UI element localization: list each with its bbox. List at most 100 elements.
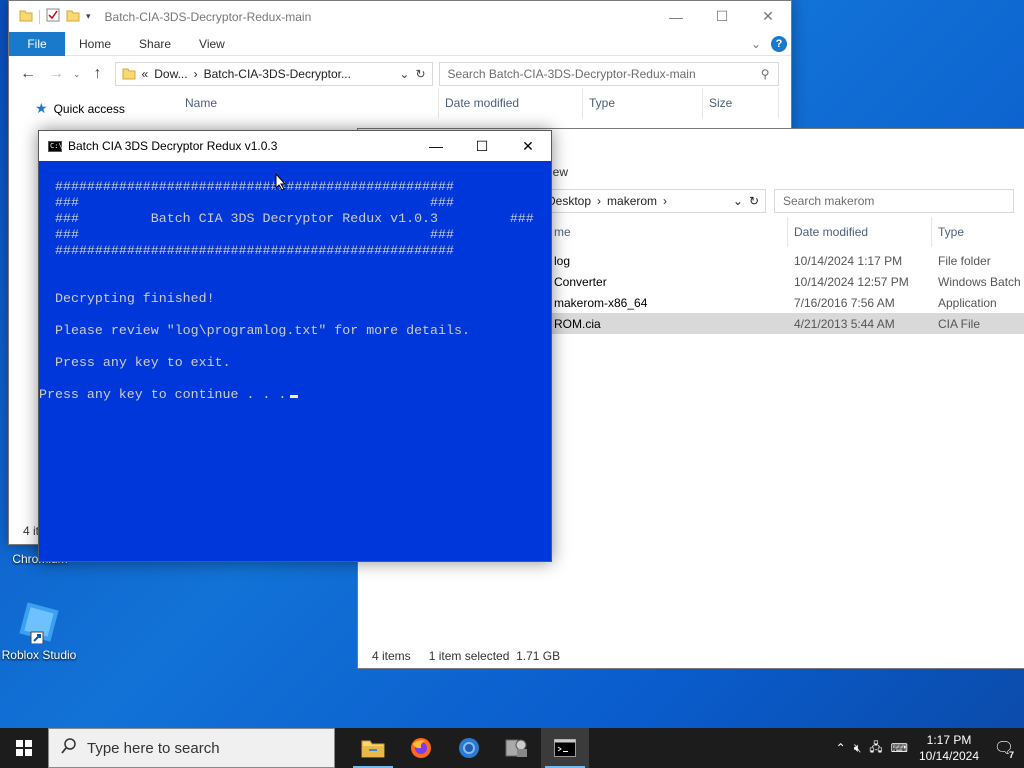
column-label: Type xyxy=(589,96,616,110)
chevron-up-icon[interactable]: ⌃ xyxy=(836,741,846,755)
banner-line: ### ### xyxy=(55,195,454,210)
expand-ribbon-icon[interactable]: ⌄ xyxy=(751,37,761,51)
breadcrumb-item[interactable]: Batch-CIA-3DS-Decryptor... xyxy=(204,67,351,81)
maximize-button[interactable]: ☐ xyxy=(699,1,745,32)
forward-arrow-icon[interactable]: → xyxy=(45,65,67,83)
taskbar-app-manager[interactable] xyxy=(493,728,541,768)
chevron-down-icon[interactable]: ⌄ xyxy=(399,67,409,81)
breadcrumb-separator[interactable]: › xyxy=(663,194,667,208)
properties-icon[interactable] xyxy=(46,8,60,25)
file-type: CIA File xyxy=(938,316,981,331)
file-name: log xyxy=(554,253,571,268)
taskbar-app-firefox[interactable] xyxy=(397,728,445,768)
banner-title: ### Batch CIA 3DS Decryptor Redux v1.0.3… xyxy=(55,211,534,226)
maximize-button[interactable]: ☐ xyxy=(459,131,505,161)
notification-count-badge: 7 xyxy=(1008,750,1014,760)
refresh-icon[interactable]: ↻ xyxy=(415,67,425,81)
breadcrumb-item[interactable]: Desktop xyxy=(547,194,591,208)
file-type: File folder xyxy=(938,253,991,268)
column-header-size[interactable]: Size xyxy=(703,88,779,118)
column-label: Date modified xyxy=(794,225,869,239)
system-clock[interactable]: 1:17 PM 10/14/2024 xyxy=(916,732,982,764)
taskbar-app-file-explorer[interactable] xyxy=(349,728,397,768)
window-title: Batch-CIA-3DS-Decryptor-Redux-main xyxy=(104,9,312,24)
chromium-icon xyxy=(459,738,479,758)
taskbar-app-command-prompt[interactable] xyxy=(541,728,589,768)
title-bar[interactable]: C:\ Batch CIA 3DS Decryptor Redux v1.0.3… xyxy=(39,131,551,161)
continue-prompt: Press any key to continue . . . xyxy=(39,387,299,402)
breadcrumb-item[interactable]: Dow... xyxy=(154,67,187,81)
search-placeholder: Search makerom xyxy=(783,194,875,208)
refresh-icon[interactable]: ↻ xyxy=(749,194,759,208)
search-icon: ⚲ xyxy=(760,67,770,81)
back-arrow-icon[interactable]: ← xyxy=(17,65,39,83)
breadcrumb-separator[interactable]: › xyxy=(597,194,601,208)
breadcrumb-overflow[interactable]: « xyxy=(142,67,149,81)
windows-logo-icon xyxy=(16,740,32,756)
chevron-down-icon[interactable]: ⌄ xyxy=(733,194,743,208)
tab-file[interactable]: File xyxy=(9,31,65,56)
file-type: Windows Batch xyxy=(938,274,1021,289)
up-arrow-icon[interactable]: ↑ xyxy=(87,65,109,83)
banner-line: ########################################… xyxy=(55,243,454,258)
volume-muted-icon[interactable]: 🔇︎ xyxy=(854,741,862,756)
file-list[interactable]: log 10/14/2024 1:17 PM File folder Conve… xyxy=(548,250,1024,334)
column-header-date[interactable]: Date modified xyxy=(439,88,583,118)
recent-locations-icon[interactable]: ⌄ xyxy=(73,69,81,80)
notification-center-button[interactable]: 🗨︎ 7 xyxy=(990,728,1018,768)
log-hint: Please review "log\programlog.txt" for m… xyxy=(55,323,470,338)
title-bar[interactable]: ▾ Batch-CIA-3DS-Decryptor-Redux-main — ☐… xyxy=(9,1,791,32)
taskbar-app-chromium[interactable] xyxy=(445,728,493,768)
tab-home[interactable]: Home xyxy=(65,37,125,51)
help-icon[interactable]: ? xyxy=(771,35,787,52)
column-header-date[interactable]: Date modified xyxy=(788,217,932,247)
address-bar[interactable]: Desktop › makerom › ⌄ ↻ xyxy=(540,189,766,213)
column-label: Name xyxy=(185,96,218,110)
text-cursor xyxy=(290,395,299,398)
file-date: 4/21/2013 5:44 AM xyxy=(794,316,895,331)
console-output[interactable]: ########################################… xyxy=(39,161,551,561)
search-icon xyxy=(61,738,77,758)
selected-size: 1.71 GB xyxy=(516,649,561,663)
status-message: Decrypting finished! xyxy=(55,291,215,306)
taskbar-search-box[interactable]: Type here to search xyxy=(48,728,335,768)
minimize-button[interactable]: — xyxy=(653,1,699,32)
folder-icon xyxy=(122,66,136,83)
address-bar[interactable]: « Dow... › Batch-CIA-3DS-Decryptor... ⌄ … xyxy=(114,62,433,86)
item-count: 4 items xyxy=(372,649,411,663)
minimize-button[interactable]: — xyxy=(413,131,459,161)
tab-view[interactable]: iew xyxy=(550,165,568,179)
column-header-name[interactable]: me xyxy=(548,217,788,247)
column-label: Date modified xyxy=(445,96,520,110)
exit-hint: Press any key to exit. xyxy=(55,355,231,370)
file-row-log[interactable]: log 10/14/2024 1:17 PM File folder xyxy=(548,250,1024,271)
column-header-type[interactable]: Type xyxy=(583,88,703,118)
new-folder-icon[interactable] xyxy=(66,8,80,25)
nav-item-quick-access[interactable]: ★ Quick access xyxy=(35,100,179,117)
tab-view[interactable]: View xyxy=(185,37,239,51)
console-window[interactable]: C:\ Batch CIA 3DS Decryptor Redux v1.0.3… xyxy=(38,130,552,562)
input-indicator-icon[interactable]: ⌨︎ xyxy=(891,741,908,755)
desktop-icon-roblox-studio[interactable]: Roblox Studio xyxy=(0,600,79,662)
file-row-converter[interactable]: Converter 10/14/2024 12:57 PM Windows Ba… xyxy=(548,271,1024,292)
mouse-cursor-icon xyxy=(275,172,287,194)
breadcrumb-item[interactable]: makerom xyxy=(607,194,657,208)
search-input[interactable]: Search Batch-CIA-3DS-Decryptor-Redux-mai… xyxy=(438,62,779,86)
customize-qat-icon[interactable]: ▾ xyxy=(86,11,91,22)
file-row-rom-cia[interactable]: ROM.cia 4/21/2013 5:44 AM CIA File xyxy=(548,313,1024,334)
network-icon[interactable]: 🖧︎ xyxy=(869,738,882,759)
navigation-pane[interactable]: ★ Quick access xyxy=(9,92,179,118)
breadcrumb-separator[interactable]: › xyxy=(194,67,198,81)
nav-item-label: Quick access xyxy=(53,101,125,116)
roblox-studio-icon xyxy=(17,600,61,645)
column-header-type[interactable]: Type xyxy=(932,217,1024,247)
column-label: Type xyxy=(938,225,965,239)
close-button[interactable]: ✕ xyxy=(505,131,551,161)
start-button[interactable] xyxy=(0,728,48,768)
desktop-icon-label: Roblox Studio xyxy=(1,648,77,662)
search-input[interactable]: Search makerom xyxy=(774,189,1014,213)
column-header-name[interactable]: Name xyxy=(179,88,439,118)
tab-share[interactable]: Share xyxy=(125,37,185,51)
close-button[interactable]: ✕ xyxy=(745,1,791,32)
file-row-makerom[interactable]: makerom-x86_64 7/16/2016 7:56 AM Applica… xyxy=(548,292,1024,313)
